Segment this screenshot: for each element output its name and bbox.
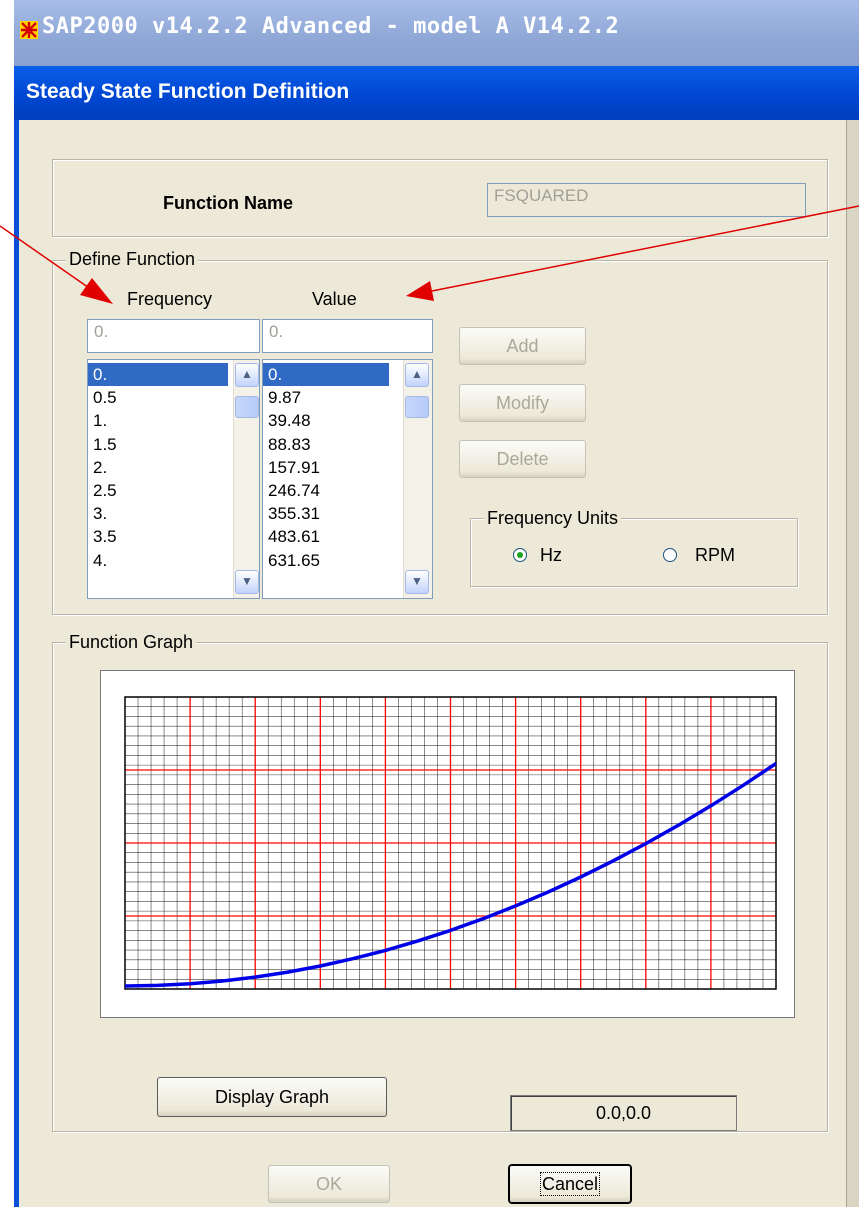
annotation-line: [0, 225, 93, 291]
annotation-line: [431, 205, 859, 292]
arrow-head-icon: [406, 281, 434, 301]
arrow-head-icon: [80, 278, 113, 304]
annotation-arrows: [0, 205, 859, 304]
